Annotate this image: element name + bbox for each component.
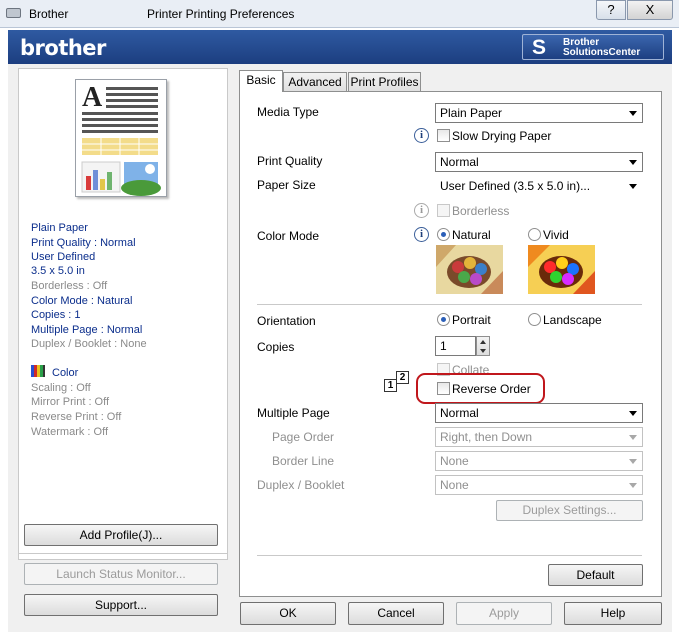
- vivid-preview-image: [528, 245, 595, 294]
- chevron-down-icon: [629, 411, 637, 416]
- info-icon: i: [414, 227, 429, 242]
- slow-drying-label: Slow Drying Paper: [452, 129, 552, 143]
- reverse-order-label: Reverse Order: [452, 382, 531, 396]
- natural-label: Natural: [452, 228, 491, 242]
- tab-advanced[interactable]: Advanced: [283, 72, 347, 91]
- summary-color-mode: Color Mode : Natural: [31, 295, 133, 307]
- solutions-center-button[interactable]: S Brother SolutionsCenter: [522, 34, 664, 60]
- solutions-label-2: SolutionsCenter: [563, 47, 641, 58]
- default-button[interactable]: Default: [548, 564, 643, 586]
- tab-print-profiles[interactable]: Print Profiles: [348, 72, 421, 91]
- border-line-value: None: [440, 454, 469, 468]
- summary-paper-dims: 3.5 x 5.0 in: [31, 265, 85, 277]
- orientation-label: Orientation: [257, 314, 316, 328]
- copies-input[interactable]: 1: [435, 336, 476, 356]
- launch-status-monitor-button[interactable]: Launch Status Monitor...: [24, 563, 218, 585]
- close-icon: X: [645, 2, 655, 17]
- summary-duplex: Duplex / Booklet : None: [31, 338, 147, 350]
- natural-preview-image: [436, 245, 503, 294]
- summary-multiple-page: Multiple Page : Normal: [31, 324, 143, 336]
- summary-media: Plain Paper: [31, 222, 88, 234]
- summary-quality: Print Quality : Normal: [31, 237, 136, 249]
- chevron-down-icon: [480, 349, 486, 353]
- summary-copies: Copies : 1: [31, 309, 81, 321]
- app-name: Brother: [29, 7, 69, 21]
- page-order-label: Page Order: [272, 430, 335, 444]
- apply-button[interactable]: Apply: [456, 602, 552, 625]
- info-icon: i: [414, 203, 429, 218]
- window-title: Printer Printing Preferences: [147, 7, 295, 21]
- page-order-select[interactable]: Right, then Down: [435, 427, 643, 447]
- media-type-label: Media Type: [257, 105, 319, 119]
- reverse-order-checkbox[interactable]: [437, 382, 450, 395]
- summary-paper-size: User Defined: [31, 251, 96, 263]
- media-type-value: Plain Paper: [440, 106, 503, 120]
- landscape-label: Landscape: [543, 313, 602, 327]
- multiple-page-select[interactable]: Normal: [435, 403, 643, 423]
- borderless-label: Borderless: [452, 204, 510, 218]
- paper-size-select[interactable]: User Defined (3.5 x 5.0 in)...: [435, 176, 643, 196]
- chevron-down-icon: [629, 435, 637, 440]
- duplex-value: None: [440, 478, 469, 492]
- page-order-value: Right, then Down: [440, 430, 533, 444]
- chevron-down-icon: [629, 160, 637, 165]
- color-mode-label: Color Mode: [257, 229, 320, 243]
- vivid-label: Vivid: [543, 228, 569, 242]
- tab-basic[interactable]: Basic: [239, 70, 283, 92]
- portrait-radio[interactable]: [437, 313, 450, 326]
- add-profile-button[interactable]: Add Profile(J)...: [24, 524, 218, 546]
- info-icon: i: [414, 128, 429, 143]
- portrait-label: Portrait: [452, 313, 491, 327]
- duplex-select[interactable]: None: [435, 475, 643, 495]
- support-button[interactable]: Support...: [24, 594, 218, 616]
- solutions-logo-icon: S: [532, 36, 547, 59]
- printer-icon: [6, 8, 21, 18]
- summary-color: Color: [52, 367, 79, 379]
- print-quality-value: Normal: [440, 155, 479, 169]
- chevron-down-icon: [629, 483, 637, 488]
- svg-text:A: A: [82, 82, 103, 113]
- paper-size-label: Paper Size: [257, 178, 316, 192]
- brother-logo: brother: [20, 36, 106, 60]
- summary-mirror: Mirror Print : Off: [31, 396, 110, 408]
- help-title-button[interactable]: ?: [596, 0, 626, 20]
- copies-stepper[interactable]: [476, 336, 490, 356]
- border-line-label: Border Line: [272, 454, 335, 468]
- ok-button[interactable]: OK: [240, 602, 336, 625]
- color-icon: [31, 365, 45, 377]
- landscape-radio[interactable]: [528, 313, 541, 326]
- chevron-down-icon: [629, 184, 637, 189]
- chevron-up-icon: [480, 340, 486, 344]
- close-button[interactable]: X: [627, 0, 673, 20]
- duplex-label: Duplex / Booklet: [257, 478, 345, 492]
- title-bar: Brother Printer Printing Preferences ? X: [0, 0, 679, 28]
- chevron-down-icon: [629, 459, 637, 464]
- reverse-order-icon: 1 2: [384, 371, 410, 394]
- duplex-settings-button[interactable]: Duplex Settings...: [496, 500, 643, 521]
- multiple-page-label: Multiple Page: [257, 406, 330, 420]
- border-line-select[interactable]: None: [435, 451, 643, 471]
- natural-radio[interactable]: [437, 228, 450, 241]
- page-2-glyph: 2: [396, 371, 409, 384]
- slow-drying-checkbox[interactable]: [437, 129, 450, 142]
- copies-label: Copies: [257, 340, 295, 354]
- print-quality-label: Print Quality: [257, 154, 323, 168]
- summary-reverse: Reverse Print : Off: [31, 411, 122, 423]
- media-type-select[interactable]: Plain Paper: [435, 103, 643, 123]
- borderless-checkbox[interactable]: [437, 204, 450, 217]
- paper-size-value: User Defined (3.5 x 5.0 in)...: [440, 179, 591, 193]
- help-button[interactable]: Help: [564, 602, 662, 625]
- multiple-page-value: Normal: [440, 406, 479, 420]
- summary-watermark: Watermark : Off: [31, 426, 109, 438]
- print-quality-select[interactable]: Normal: [435, 152, 643, 172]
- summary-scaling: Scaling : Off: [31, 382, 91, 394]
- chevron-down-icon: [629, 111, 637, 116]
- vivid-radio[interactable]: [528, 228, 541, 241]
- summary-borderless: Borderless : Off: [31, 280, 108, 292]
- cancel-button[interactable]: Cancel: [348, 602, 444, 625]
- page-preview-image: A: [75, 79, 167, 197]
